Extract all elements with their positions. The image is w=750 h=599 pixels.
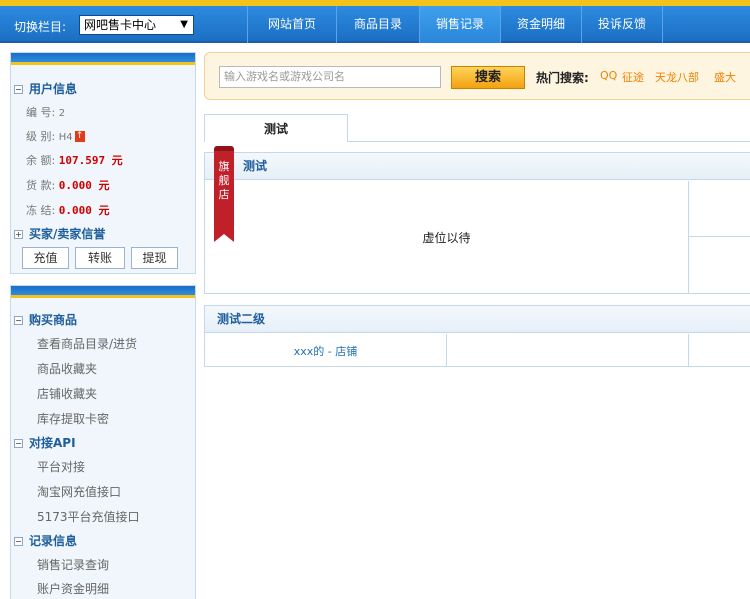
nav-divider bbox=[662, 6, 663, 43]
recharge-button[interactable]: 充值 bbox=[22, 247, 69, 269]
nav-complaints[interactable]: 投诉反馈 bbox=[582, 6, 662, 43]
hot-search-label: 热门搜索: bbox=[536, 71, 589, 85]
menu-section-api[interactable]: − 对接API bbox=[14, 434, 76, 451]
search-button[interactable]: 搜索 bbox=[451, 66, 525, 89]
menu-item-funds-detail[interactable]: 账户资金明细 bbox=[37, 580, 109, 597]
menu-item-product-favorites[interactable]: 商品收藏夹 bbox=[37, 360, 97, 377]
panel-header-bar bbox=[11, 286, 195, 298]
menu-item-stock-cards[interactable]: 库存提取卡密 bbox=[37, 410, 109, 427]
shop-link[interactable]: xxx的 - 店铺 bbox=[205, 343, 446, 359]
expand-icon: + bbox=[14, 230, 23, 239]
user-number-row: 编 号: 2 bbox=[26, 106, 66, 119]
balance-value: 107.597 元 bbox=[58, 154, 123, 167]
panel-test-level2: 测试二级 xxx的 - 店铺 bbox=[204, 305, 750, 367]
nav-home[interactable]: 网站首页 bbox=[248, 6, 336, 43]
nav-funds-detail[interactable]: 资金明细 bbox=[501, 6, 581, 43]
nav-sales-records[interactable]: 销售记录 bbox=[420, 6, 500, 43]
level-up-icon: ↑ bbox=[74, 131, 85, 142]
transfer-button[interactable]: 转账 bbox=[75, 247, 125, 269]
nav-catalog[interactable]: 商品目录 bbox=[337, 6, 419, 43]
menu-item-sales-query[interactable]: 销售记录查询 bbox=[37, 556, 109, 573]
column-select[interactable]: 网吧售卡中心 ▼ bbox=[79, 15, 194, 35]
payment-row: 货 款: 0.000 元 bbox=[26, 179, 110, 192]
cell-divider bbox=[688, 181, 689, 294]
collapse-icon: − bbox=[14, 537, 23, 546]
search-input[interactable]: 输入游戏名或游戏公司名 bbox=[219, 66, 441, 88]
menu-item-taobao-api[interactable]: 淘宝网充值接口 bbox=[37, 483, 121, 500]
withdraw-button[interactable]: 提现 bbox=[131, 247, 178, 269]
column-select-value: 网吧售卡中心 bbox=[84, 18, 157, 32]
switch-column-label: 切换栏目: bbox=[14, 20, 67, 34]
cell-divider bbox=[446, 334, 447, 367]
panel-title: 测试二级 bbox=[205, 306, 750, 333]
dropdown-arrow-icon: ▼ bbox=[180, 19, 188, 30]
menu-item-catalog[interactable]: 查看商品目录/进货 bbox=[37, 335, 137, 352]
hot-search-term[interactable]: 天龙八部 bbox=[655, 69, 699, 85]
collapse-icon: − bbox=[14, 316, 23, 325]
panel-test: 测试 虚位以待 bbox=[204, 152, 750, 294]
payment-value: 0.000 元 bbox=[58, 179, 110, 192]
tab-test[interactable]: 测试 bbox=[204, 114, 348, 142]
frozen-value: 0.000 元 bbox=[58, 204, 110, 217]
reputation-title[interactable]: + 买家/卖家信誉 bbox=[14, 225, 105, 242]
menu-item-shop-favorites[interactable]: 店铺收藏夹 bbox=[37, 385, 97, 402]
panel-title: 测试 bbox=[205, 153, 750, 180]
hot-search-term[interactable]: 盛大 bbox=[714, 69, 736, 85]
ribbon-label: 旗舰店 bbox=[218, 160, 230, 201]
cell-divider bbox=[688, 334, 689, 367]
user-level-row: 级 别: H4 ↑ bbox=[26, 130, 85, 143]
cell-divider bbox=[688, 236, 750, 237]
ribbon-top bbox=[214, 146, 234, 151]
hot-search-term[interactable]: 征途 bbox=[622, 69, 644, 85]
vacancy-text: 虚位以待 bbox=[422, 231, 471, 245]
menu-section-records[interactable]: − 记录信息 bbox=[14, 532, 77, 549]
panel-header-bar bbox=[11, 53, 195, 65]
menu-item-5173-api[interactable]: 5173平台充值接口 bbox=[37, 508, 140, 525]
hot-search-term[interactable]: QQ bbox=[600, 69, 617, 82]
collapse-icon: − bbox=[14, 85, 23, 94]
balance-row: 余 额: 107.597 元 bbox=[26, 154, 123, 167]
flagship-store-ribbon: 旗舰店 bbox=[214, 146, 234, 242]
menu-section-buy[interactable]: − 购买商品 bbox=[14, 311, 77, 328]
menu-item-platform-api[interactable]: 平台对接 bbox=[37, 458, 85, 475]
collapse-icon: − bbox=[14, 439, 23, 448]
search-bar: 输入游戏名或游戏公司名 搜索 热门搜索: QQ 征途 天龙八部 盛大 bbox=[204, 52, 750, 100]
frozen-row: 冻 结: 0.000 元 bbox=[26, 204, 110, 217]
user-info-title[interactable]: − 用户信息 bbox=[14, 80, 77, 97]
